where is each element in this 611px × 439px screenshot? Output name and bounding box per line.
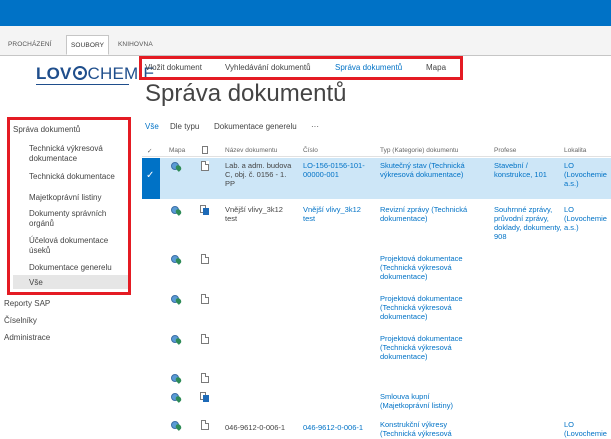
header-document-name[interactable]: Název dokumentu [225,147,277,154]
leftnav-item-master-plan-docs[interactable]: Dokumentace generelu [29,263,112,273]
header-select-all[interactable]: ✓ [147,147,152,155]
row-location[interactable]: LO (Lovochemie a.s.) [564,205,611,232]
logo-text-left: LOV [36,64,72,83]
topnav-map[interactable]: Mapa [426,63,446,72]
row-name[interactable]: Lab. a adm. budova C, obj. č. 0156 - 1. … [225,161,295,188]
top-navigation: Vložit dokument Vyhledávání dokumentů Sp… [139,56,463,80]
header-document-type[interactable]: Typ (Kategorie) dokumentu [380,147,458,154]
row-location[interactable]: LO (Lovochemie [564,420,611,438]
view-all[interactable]: Vše [145,122,159,131]
map-pin-icon[interactable] [171,205,183,216]
ribbon-tab-library[interactable]: KNIHOVNA [118,35,153,55]
map-pin-icon[interactable] [171,294,183,305]
site-logo[interactable]: LOV CHEMIE [36,64,155,83]
excel-document-icon[interactable] [200,205,209,215]
row-profession[interactable]: Souhrnné zprávy, průvodní zprávy, doklad… [494,205,562,241]
leftnav-codelists[interactable]: Číselníky [4,316,37,325]
leftnav-reports-sap[interactable]: Reporty SAP [4,299,50,308]
row-profession[interactable]: Stavební / konstrukce, 101 [494,161,562,179]
document-icon[interactable] [201,373,209,383]
document-icon[interactable] [201,254,209,264]
map-pin-icon[interactable] [171,161,183,172]
logo-ring-icon [72,66,87,80]
map-pin-icon[interactable] [171,334,183,345]
header-location[interactable]: Lokalita [564,147,586,154]
map-pin-icon[interactable] [171,392,183,403]
header-profession[interactable]: Profese [494,147,516,154]
leftnav-heading[interactable]: Správa dokumentů [13,125,80,135]
row-number[interactable]: 046-9612-0-006-1 [303,423,363,432]
left-navigation: Správa dokumentů Technická výkresová dok… [7,117,131,295]
row-type[interactable]: Projektová dokumentace (Technická výkres… [380,254,480,281]
view-by-type[interactable]: Dle typu [170,122,199,131]
leftnav-item-technical-drawings[interactable]: Technická výkresová dokumentace [29,144,125,164]
header-map[interactable]: Mapa [169,147,185,154]
row-type[interactable]: Konstrukční výkresy (Technická výkresová [380,420,480,438]
leftnav-item-authority-docs[interactable]: Dokumenty správních orgánů [29,209,125,229]
topnav-document-management[interactable]: Správa dokumentů [335,63,402,72]
ribbon-tab-files[interactable]: SOUBORY [66,35,110,55]
row-type[interactable]: Revizní zprávy (Technická dokumentace) [380,205,480,223]
map-pin-icon[interactable] [171,254,183,265]
row-name[interactable]: Vnější vlivy_3k12 test [225,205,295,223]
document-icon[interactable] [201,294,209,304]
leftnav-item-property-deeds[interactable]: Majetkoprávní listiny [29,193,101,203]
leftnav-item-technical-docs[interactable]: Technická dokumentace [29,172,115,182]
suite-bar [0,0,611,26]
leftnav-item-purpose-docs[interactable]: Účelová dokumentace úseků [29,236,125,256]
row-type[interactable]: Skutečný stav (Technická výkresová dokum… [380,161,480,179]
row-type[interactable]: Smlouva kupní (Majetkoprávní listiny) [380,392,480,410]
page-title: Správa dokumentů [145,80,347,107]
header-divider [142,156,611,157]
map-pin-icon[interactable] [171,373,183,384]
row-location[interactable]: LO (Lovochemie a.s.) [564,161,611,188]
topnav-search-documents[interactable]: Vyhledávání dokumentů [225,63,311,72]
topnav-insert-document[interactable]: Vložit dokument [145,63,202,72]
document-icon[interactable] [201,420,209,430]
ribbon-tab-browse[interactable]: PROCHÁZENÍ [8,35,52,55]
view-more-button[interactable]: ··· [311,122,319,131]
row-name[interactable]: 046-9612-0-006-1 [225,423,285,432]
row-number[interactable]: Vnější vlivy_3k12 test [303,205,373,223]
excel-document-icon[interactable] [200,392,209,402]
check-icon: ✓ [146,170,155,181]
leftnav-administration[interactable]: Administrace [4,333,50,342]
document-icon[interactable] [201,334,209,344]
leftnav-item-all[interactable]: Vše [29,278,43,288]
header-number[interactable]: Číslo [303,147,318,154]
view-master-plan[interactable]: Dokumentace generelu [214,122,297,131]
row-type[interactable]: Projektová dokumentace (Technická výkres… [380,294,480,321]
logo-underline [36,84,129,85]
row-type[interactable]: Projektová dokumentace (Technická výkres… [380,334,480,361]
map-pin-icon[interactable] [171,420,183,431]
document-icon[interactable] [201,161,209,171]
row-number[interactable]: LO-156-0156-101-00000-001 [303,161,369,179]
header-doc-type-icon[interactable] [202,146,208,154]
